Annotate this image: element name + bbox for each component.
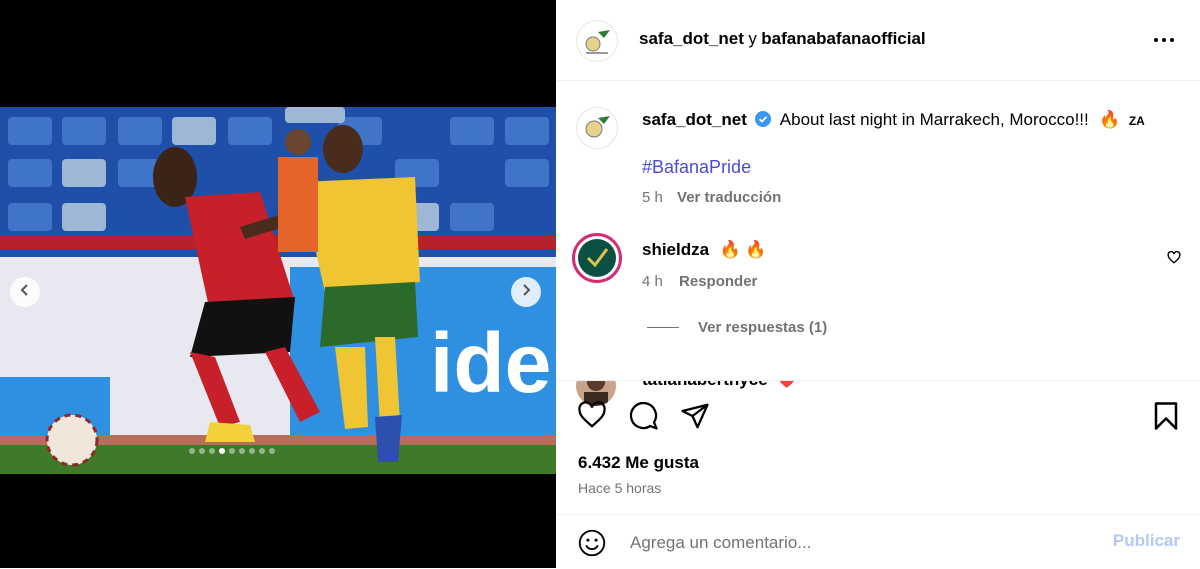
heart-icon	[1167, 250, 1181, 264]
like-button[interactable]	[577, 401, 607, 434]
shieldza-logo-icon	[578, 239, 616, 277]
football-players-image: ide	[0, 107, 556, 474]
comment-text: 🔥 🔥	[719, 240, 767, 259]
caption-text: About last night in Marrakech, Morocco!!…	[779, 110, 1089, 129]
verified-badge-icon	[755, 111, 772, 127]
comments-scroll-mask	[556, 362, 1200, 380]
hashtag-link[interactable]: #BafanaPride	[642, 157, 751, 178]
carousel-dot	[249, 448, 255, 454]
comment-time: 4 h	[642, 273, 663, 290]
post-photo: ide	[0, 107, 556, 474]
safa-avatar[interactable]	[576, 20, 618, 62]
post-actions: 6.432 Me gusta Hace 5 horas	[556, 380, 1200, 515]
chevron-left-icon	[18, 283, 32, 302]
more-horizontal-icon	[1154, 38, 1174, 42]
smiley-icon	[578, 529, 606, 557]
share-button[interactable]	[680, 401, 710, 436]
header-username[interactable]: safa_dot_net	[639, 29, 744, 48]
safa-logo-icon	[585, 30, 610, 54]
fire-emoji: 🔥	[1099, 110, 1121, 129]
heart-icon	[578, 401, 606, 428]
add-comment-bar: Publicar	[556, 514, 1200, 569]
previous-image-button[interactable]	[10, 277, 40, 307]
more-options-button[interactable]	[1153, 30, 1175, 55]
emoji-picker-button[interactable]	[578, 529, 606, 562]
save-button[interactable]	[1153, 401, 1179, 436]
carousel-dot	[229, 448, 235, 454]
carousel-dot	[209, 448, 215, 454]
caption-time: 5 h	[642, 189, 663, 206]
comment-input[interactable]	[628, 525, 1092, 561]
publish-button[interactable]: Publicar	[1113, 531, 1180, 551]
carousel-dot	[259, 448, 265, 454]
shieldza-avatar[interactable]	[572, 233, 622, 283]
like-comment-button[interactable]	[1167, 250, 1181, 269]
next-image-button[interactable]	[511, 277, 541, 307]
likes-count[interactable]: 6.432 Me gusta	[578, 453, 699, 473]
header-collab-username[interactable]: bafanabafanaofficial	[761, 29, 925, 48]
post-media: ide	[0, 0, 556, 568]
flag-code: ZA	[1128, 114, 1145, 128]
replies-divider	[647, 327, 679, 328]
caption-avatar[interactable]	[576, 107, 618, 149]
carousel-dot	[199, 448, 205, 454]
see-translation-link[interactable]: Ver traducción	[677, 189, 781, 206]
carousel-dot	[269, 448, 275, 454]
header-conjunction: y	[748, 29, 757, 48]
caption-line: safa_dot_net About last night in Marrake…	[642, 110, 1145, 130]
reply-button[interactable]: Responder	[679, 273, 757, 290]
caption-username[interactable]: safa_dot_net	[642, 110, 747, 129]
svg-text:ide: ide	[430, 316, 551, 410]
bookmark-icon	[1154, 402, 1178, 430]
carousel-indicator	[189, 448, 275, 454]
comment-username[interactable]: shieldza	[642, 240, 709, 259]
post-timestamp: Hace 5 horas	[578, 480, 662, 496]
carousel-dot-active	[219, 448, 225, 454]
comment-bubble-icon	[629, 401, 658, 430]
chevron-right-icon	[519, 283, 533, 302]
safa-logo-icon	[585, 116, 610, 138]
carousel-dot	[239, 448, 245, 454]
carousel-dot	[189, 448, 195, 454]
post-header: safa_dot_net y bafanabafanaofficial	[556, 0, 1200, 81]
post-side-panel: safa_dot_net y bafanabafanaofficial safa…	[556, 0, 1200, 568]
view-replies-button[interactable]: Ver respuestas (1)	[698, 319, 827, 336]
comment-button[interactable]	[629, 401, 659, 436]
paper-plane-icon	[681, 403, 709, 429]
